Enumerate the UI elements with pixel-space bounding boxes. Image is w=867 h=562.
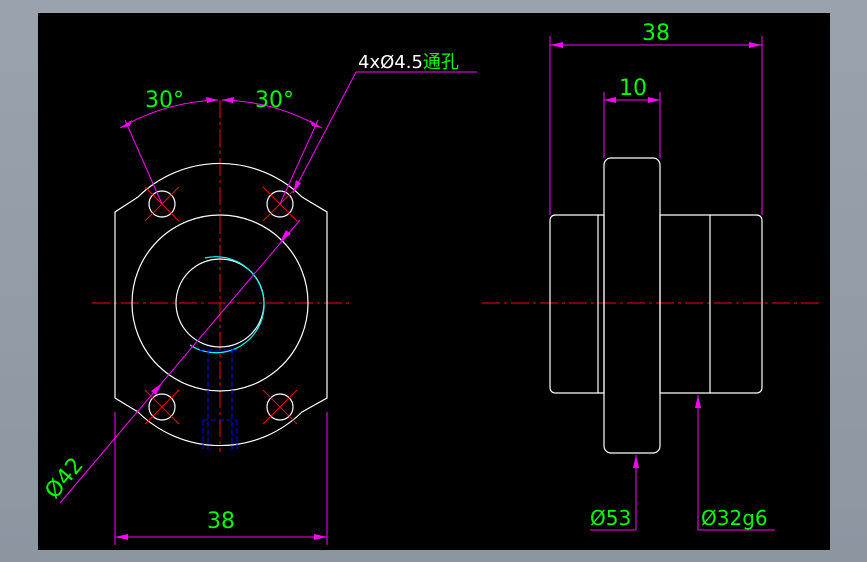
angle-left-label: 30° bbox=[145, 88, 184, 113]
hole-callout-note: 通孔 bbox=[423, 52, 459, 73]
hole-callout: 4xØ4.5通孔 bbox=[358, 52, 459, 73]
viewport-frame: 30° 30° 4xØ4.5通孔 Ø42 38 38 10 Ø53 Ø32g6 bbox=[0, 0, 867, 562]
angle-right-label: 30° bbox=[255, 88, 294, 113]
body-diameter-label: Ø32g6 bbox=[701, 506, 768, 530]
overall-width-label: 38 bbox=[642, 21, 670, 46]
flange-width-label: 10 bbox=[619, 76, 647, 101]
cad-drawing: 30° 30° 4xØ4.5通孔 Ø42 38 38 10 Ø53 Ø32g6 bbox=[38, 13, 830, 550]
hole-callout-spec: 4xØ4.5 bbox=[358, 52, 423, 73]
flange-diameter-label: Ø53 bbox=[590, 506, 631, 530]
bottom-width-label: 38 bbox=[207, 509, 235, 534]
